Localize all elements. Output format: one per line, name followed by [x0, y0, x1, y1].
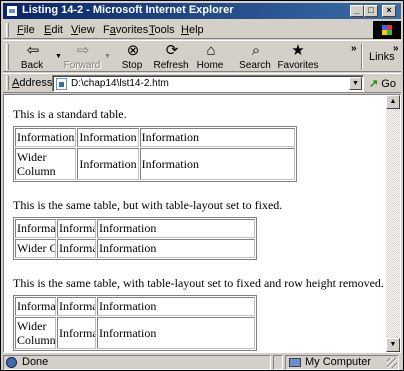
- links-button[interactable]: Links: [369, 51, 395, 63]
- address-value[interactable]: D:\chap14\lst14-2.htm: [71, 78, 169, 89]
- table-cell: Information: [139, 128, 295, 147]
- browser-window: Listing 14-2 - Microsoft Internet Explor…: [0, 0, 404, 371]
- table-row: Wider Column Information Information: [15, 317, 255, 349]
- content-frame: This is a standard table. Information In…: [3, 94, 401, 353]
- table-cell: Information: [139, 148, 295, 180]
- table-row: Wider Column Information Information: [15, 148, 295, 180]
- menu-help[interactable]: Help: [181, 24, 204, 36]
- toolbar-chevron-icon[interactable]: »: [351, 43, 357, 54]
- table-cell: Information: [57, 317, 96, 349]
- refresh-button[interactable]: ⟳ Refresh: [151, 42, 191, 72]
- close-button[interactable]: ×: [382, 5, 396, 17]
- table-cell: Information: [97, 317, 255, 349]
- status-main-pane: Done: [3, 355, 271, 370]
- back-arrow-icon: ⇦: [26, 42, 40, 59]
- back-dropdown-caret[interactable]: ▼: [55, 53, 62, 60]
- address-input[interactable]: D:\chap14\lst14-2.htm ▼: [52, 75, 364, 92]
- maximize-button[interactable]: □: [364, 5, 378, 17]
- address-bar: Address D:\chap14\lst14-2.htm ▼ ↗ Go: [3, 73, 401, 93]
- home-icon: ⌂: [206, 42, 216, 59]
- toolbar-separator: [361, 44, 363, 70]
- table-cell: Information: [15, 128, 77, 147]
- ie-page-icon[interactable]: [6, 5, 18, 17]
- table-cell: Information: [97, 219, 255, 238]
- menu-tools[interactable]: Tools: [149, 24, 175, 36]
- menu-view[interactable]: View: [71, 24, 95, 36]
- paragraph-fixed-no-height: This is the same table, with table-layou…: [13, 276, 384, 290]
- refresh-icon: ⟳: [165, 42, 179, 59]
- window-title: Listing 14-2 - Microsoft Internet Explor…: [22, 4, 234, 16]
- status-bar: Done My Computer: [3, 354, 401, 370]
- menu-edit[interactable]: Edit: [44, 24, 63, 36]
- stop-button[interactable]: ⊗ Stop: [112, 42, 152, 72]
- status-progress-pane: [273, 355, 283, 370]
- scroll-up-button[interactable]: ▲: [386, 95, 400, 109]
- standard-table: Information Information Information Wide…: [13, 126, 297, 182]
- toolbar-grip[interactable]: [6, 44, 9, 70]
- paragraph-fixed: This is the same table, but with table-l…: [13, 198, 283, 212]
- table-cell: Wider Column: [15, 148, 77, 180]
- forward-arrow-icon: ⇨: [76, 42, 90, 59]
- table-cell: Information: [77, 148, 139, 180]
- favorites-icon: ★: [291, 42, 305, 59]
- forward-button[interactable]: ⇨ Forward: [62, 42, 102, 72]
- ie-throbber-logo: [373, 21, 401, 39]
- table-cell: Information: [77, 128, 139, 147]
- standard-toolbar: ⇦ Back ▼ ⇨ Forward ▼ ⊗ Stop ⟳ Refresh ⌂ …: [3, 40, 401, 72]
- stop-icon: ⊗: [126, 42, 140, 59]
- table-row: Information Information Information: [15, 297, 255, 316]
- table-cell: Wider Column: [15, 317, 56, 349]
- table-cell: Information: [57, 297, 96, 316]
- search-icon: ⌕: [251, 42, 261, 59]
- fixed-table-no-height: Information Information Information Wide…: [13, 295, 257, 351]
- fixed-table: Information Information Information Wide…: [13, 217, 257, 260]
- home-button[interactable]: ⌂ Home: [190, 42, 230, 72]
- page-icon: [56, 78, 67, 90]
- addressbar-grip[interactable]: [6, 76, 9, 90]
- menu-favorites[interactable]: Favorites: [103, 24, 148, 36]
- minimize-button[interactable]: _: [350, 5, 364, 17]
- go-arrow-icon: ↗: [369, 78, 379, 90]
- back-button[interactable]: ⇦ Back: [12, 42, 52, 72]
- table-cell: Information: [57, 219, 96, 238]
- forward-dropdown-caret[interactable]: ▼: [104, 53, 111, 60]
- table-cell: Information: [97, 297, 255, 316]
- title-bar[interactable]: Listing 14-2 - Microsoft Internet Explor…: [3, 3, 401, 19]
- table-cell: Information: [57, 239, 96, 258]
- my-computer-icon: [289, 358, 301, 367]
- search-button[interactable]: ⌕ Search: [235, 42, 275, 72]
- table-row: Wider Column Information Information: [15, 239, 255, 258]
- links-chevron-icon[interactable]: »: [393, 43, 399, 54]
- paragraph-standard: This is a standard table.: [13, 107, 127, 121]
- page-done-icon: [6, 357, 17, 368]
- status-text: Done: [22, 356, 49, 368]
- table-cell: Information: [97, 239, 255, 258]
- zone-text: My Computer: [305, 356, 372, 368]
- favorites-button[interactable]: ★ Favorites: [275, 42, 321, 72]
- address-label: Address: [12, 77, 53, 89]
- vertical-scrollbar[interactable]: ▲ ▼: [386, 95, 400, 352]
- go-button[interactable]: ↗ Go: [369, 77, 396, 90]
- table-cell: Information: [15, 219, 56, 238]
- menu-file[interactable]: File: [17, 24, 35, 36]
- menu-bar: File Edit View Favorites Tools Help: [3, 21, 401, 39]
- status-zone-pane: My Computer: [285, 355, 399, 370]
- table-cell: Wider Column: [15, 239, 56, 258]
- resize-grip[interactable]: [387, 358, 397, 368]
- table-cell: Information: [15, 297, 56, 316]
- address-dropdown-button[interactable]: ▼: [349, 77, 362, 90]
- table-row: Information Information Information: [15, 219, 255, 238]
- table-row: Information Information Information: [15, 128, 295, 147]
- scroll-down-button[interactable]: ▼: [386, 338, 400, 352]
- menubar-grip[interactable]: [6, 23, 9, 37]
- page-content: This is a standard table. Information In…: [4, 95, 386, 352]
